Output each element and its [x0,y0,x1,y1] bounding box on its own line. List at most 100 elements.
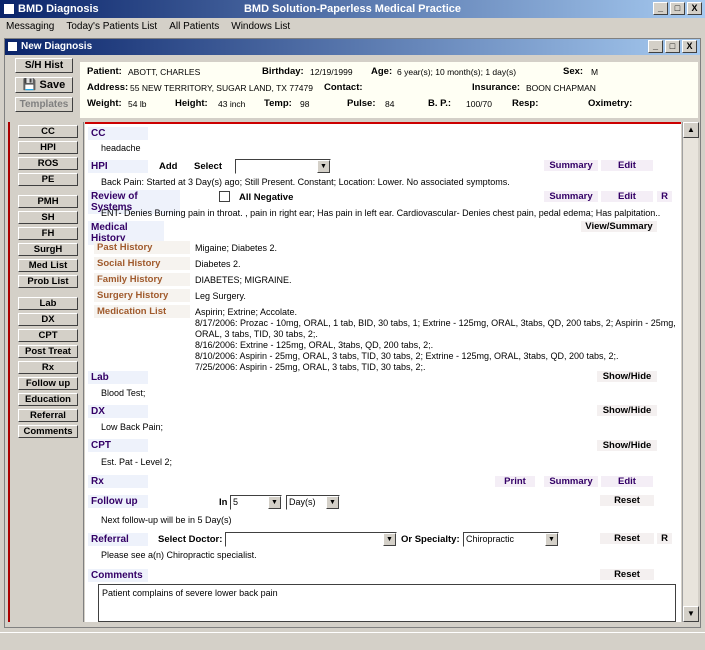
rx-print-button[interactable]: Print [495,476,535,487]
child-maximize-button[interactable]: □ [665,40,680,53]
doctor-dropdown[interactable]: ▼ [225,532,397,547]
child-minimize-button[interactable]: _ [648,40,663,53]
nav-comments[interactable]: Comments [18,425,78,438]
medication-line: 8/16/2006: Extrine - 125mg, ORAL, 3tabs,… [195,340,434,350]
follow-up-heading: Follow up [88,495,148,508]
dx-text: Low Back Pain; [101,422,164,432]
nav-dx[interactable]: DX [18,313,78,326]
specialty-dropdown[interactable]: Chiropractic ▼ [463,532,559,547]
rx-edit-button[interactable]: Edit [601,476,653,487]
minimize-button[interactable]: _ [653,2,668,15]
ros-r-button[interactable]: R [657,191,672,202]
nav-follow-up[interactable]: Follow up [18,377,78,390]
vertical-scrollbar[interactable]: ▲ ▼ [682,122,699,622]
child-close-button[interactable]: X [682,40,697,53]
oximetry-label: Oximetry: [588,98,633,109]
nav-prob-list[interactable]: Prob List [18,275,78,288]
all-negative-checkbox[interactable] [219,191,230,202]
surgery-history-label: Surgery History [94,289,190,302]
nav-surgh[interactable]: SurgH [18,243,78,256]
birthday-label: Birthday: [262,66,304,77]
height-label: Height: [175,98,208,109]
comments-textarea[interactable]: Patient complains of severe lower back p… [98,584,676,622]
sh-hist-button[interactable]: S/H Hist [15,58,73,73]
templates-button[interactable]: Templates [15,97,73,112]
hpi-heading: HPI [88,160,148,173]
nav-post-treat[interactable]: Post Treat [18,345,78,358]
hpi-edit-button[interactable]: Edit [601,160,653,171]
rx-heading: Rx [88,475,148,488]
nav-cpt[interactable]: CPT [18,329,78,342]
menu-messaging[interactable]: Messaging [6,21,54,32]
ros-edit-button[interactable]: Edit [601,191,653,202]
address-value: 55 NEW TERRITORY, SUGAR LAND, TX 77479 [130,83,313,93]
nav-education[interactable]: Education [18,393,78,406]
patient-name: ABOTT, CHARLES [128,67,201,77]
hpi-select-label: Select [194,161,222,172]
nav-pe[interactable]: PE [18,173,78,186]
past-history-text: Migaine; Diabetes 2. [195,243,278,253]
nav-lab[interactable]: Lab [18,297,78,310]
nav-med-list[interactable]: Med List [18,259,78,272]
insurance-label: Insurance: [472,82,521,93]
medication-line: 8/17/2006: Prozac - 10mg, ORAL, 1 tab, B… [195,318,676,328]
scroll-down-arrow[interactable]: ▼ [683,606,699,622]
rx-summary-button[interactable]: Summary [544,476,598,487]
dx-show-hide-button[interactable]: Show/Hide [597,405,657,416]
height-value: 43 inch [218,99,246,109]
app-title-bar: BMD Diagnosis BMD Solution-Paperless Med… [0,0,705,18]
medication-line: Aspirin; Extrine; Accolate. [195,307,298,317]
temp-value: 98 [300,99,310,109]
comments-reset-button[interactable]: Reset [600,569,654,580]
hpi-select-dropdown[interactable]: ▼ [235,159,331,174]
family-history-label: Family History [94,273,190,286]
follow-up-unit-dropdown[interactable]: Day(s) ▼ [286,495,340,510]
follow-up-reset-button[interactable]: Reset [600,495,654,506]
past-history-label: Past History [94,241,190,254]
follow-up-text: Next follow-up will be in 5 Day(s) [101,515,232,525]
ros-summary-button[interactable]: Summary [544,191,598,202]
nav-sh[interactable]: SH [18,211,78,224]
social-history-text: Diabetes 2. [195,259,241,269]
nav-cc[interactable]: CC [18,125,78,138]
menu-all-patients[interactable]: All Patients [169,21,219,32]
weight-value: 54 lb [128,99,147,109]
family-history-text: DIABETES; MIGRAINE. [195,275,292,285]
medication-line: 8/10/2006: Aspirin - 25mg, ORAL, 3 tabs,… [195,351,619,361]
chevron-down-icon: ▼ [326,496,339,509]
follow-up-number-dropdown[interactable]: 5 ▼ [230,495,282,510]
lab-show-hide-button[interactable]: Show/Hide [597,371,657,382]
pulse-value: 84 [385,99,395,109]
cpt-show-hide-button[interactable]: Show/Hide [597,440,657,451]
maximize-button[interactable]: □ [670,2,685,15]
hpi-summary-button[interactable]: Summary [544,160,598,171]
scroll-up-arrow[interactable]: ▲ [683,122,699,138]
nav-ros[interactable]: ROS [18,157,78,170]
referral-reset-button[interactable]: Reset [600,533,654,544]
dx-heading: DX [88,405,148,418]
or-specialty-label: Or Specialty: [401,534,460,545]
age-value: 6 year(s); 10 month(s); 1 day(s) [397,67,517,77]
surgery-history-text: Leg Surgery. [195,291,246,301]
menu-windows-list[interactable]: Windows List [231,21,290,32]
referral-r-button[interactable]: R [657,533,672,544]
resp-label: Resp: [512,98,539,109]
window-center-title: BMD Solution-Paperless Medical Practice [243,3,461,15]
save-button[interactable]: 💾 Save [15,77,73,93]
nav-pmh[interactable]: PMH [18,195,78,208]
diagnosis-content: CC headache HPI Add Select ▼ Summary Edi… [85,122,681,622]
nav-referral[interactable]: Referral [18,409,78,422]
close-button[interactable]: X [687,2,702,15]
menu-todays-patients[interactable]: Today's Patients List [66,21,157,32]
medication-list-label: Medication List [94,305,190,318]
insurance-value: BOON CHAPMAN [526,83,596,93]
address-label: Address: [87,82,129,93]
nav-fh[interactable]: FH [18,227,78,240]
comments-heading: Comments [88,569,148,582]
hpi-add-button[interactable]: Add [159,161,177,172]
bp-value: 100/70 [466,99,492,109]
cc-text: headache [101,143,141,153]
nav-hpi[interactable]: HPI [18,141,78,154]
view-summary-button[interactable]: View/Summary [581,221,657,232]
nav-rx[interactable]: Rx [18,361,78,374]
